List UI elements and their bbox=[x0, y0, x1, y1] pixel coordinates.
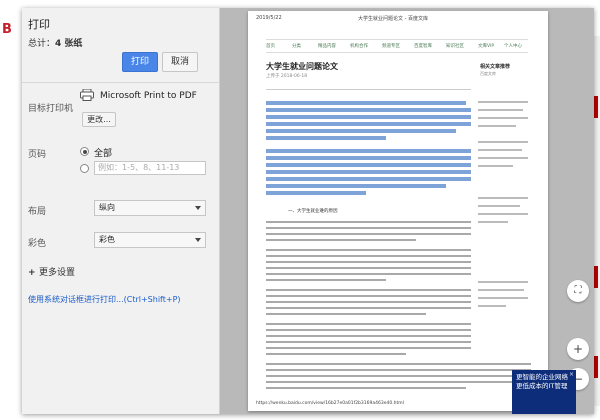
pages-input[interactable]: 例如：1-5、8、11-13 bbox=[94, 161, 206, 175]
total-value: 4 张纸 bbox=[55, 39, 83, 49]
section-heading: 一、大学生就业难的原因 bbox=[288, 209, 338, 214]
page-sidebar bbox=[478, 101, 533, 351]
nav-item: 机构合作 bbox=[350, 44, 368, 49]
chevron-down-icon bbox=[195, 238, 201, 242]
preview-page: 2019/5/22 大学生就业问题论文 - 百度文库 首页 分类 精品内容 机构… bbox=[248, 11, 548, 411]
pages-all-radio[interactable] bbox=[80, 147, 89, 156]
zoom-in-button[interactable]: + bbox=[567, 338, 589, 360]
divider bbox=[22, 82, 220, 83]
page-date: 2019/5/22 bbox=[256, 15, 282, 21]
printer-name: Microsoft Print to PDF bbox=[100, 91, 197, 101]
change-printer-button[interactable]: 更改... bbox=[82, 112, 116, 127]
cancel-button[interactable]: 取消 bbox=[162, 52, 198, 72]
printer-icon bbox=[80, 89, 94, 101]
destination-label: 目标打印机 bbox=[28, 104, 74, 114]
color-select[interactable]: 彩色 bbox=[94, 232, 206, 248]
print-button[interactable]: 打印 bbox=[122, 52, 158, 72]
print-settings-panel: 打印 总计：4 张纸 打印 取消 目标打印机 Microsoft Print t… bbox=[22, 8, 220, 414]
more-settings-label: 更多设置 bbox=[39, 268, 76, 278]
layout-value: 纵向 bbox=[99, 203, 115, 212]
print-preview-area: 2019/5/22 大学生就业问题论文 - 百度文库 首页 分类 精品内容 机构… bbox=[220, 8, 594, 414]
chevron-down-icon bbox=[195, 206, 201, 210]
side-subtitle: 百度文库 bbox=[480, 71, 496, 76]
layout-label: 布局 bbox=[28, 207, 47, 217]
page-url: https://wenku.baidu.com/view/16b27e0a01f… bbox=[256, 401, 404, 406]
page-rule bbox=[266, 89, 471, 90]
ad-text: 更智能的企业网络 更低成本的IT管理 bbox=[516, 373, 568, 390]
nav-item: 知识社区 bbox=[446, 44, 464, 49]
plus-icon: + bbox=[28, 268, 36, 278]
nav-item: 频道专区 bbox=[382, 44, 400, 49]
print-title: 打印 bbox=[28, 18, 50, 31]
system-dialog-link[interactable]: 使用系统对话框进行打印...(Ctrl+Shift+P) bbox=[28, 294, 181, 305]
nav-item: 百度智库 bbox=[414, 44, 432, 49]
pages-label: 页码 bbox=[28, 150, 47, 160]
pages-all-label: 全部 bbox=[94, 149, 113, 159]
side-title: 相关文章推荐 bbox=[480, 64, 511, 70]
doc-title: 大学生就业问题论文 bbox=[266, 62, 338, 71]
print-dialog: 打印 总计：4 张纸 打印 取消 目标打印机 Microsoft Print t… bbox=[22, 8, 594, 414]
sheet-total: 总计：4 张纸 bbox=[28, 36, 82, 49]
pages-custom-radio[interactable] bbox=[80, 164, 89, 173]
close-icon[interactable]: × bbox=[569, 371, 574, 379]
nav-item: 精品内容 bbox=[318, 44, 336, 49]
layout-select[interactable]: 纵向 bbox=[94, 200, 206, 216]
advertisement-banner[interactable]: × 更智能的企业网络 更低成本的IT管理 bbox=[512, 370, 576, 414]
page-nav: 首页 分类 精品内容 机构合作 频道专区 百度智库 知识社区 文库VIP 个人中… bbox=[266, 39, 528, 53]
fit-to-width-button[interactable]: ⛶ bbox=[567, 280, 589, 302]
zoom-in-icon: + bbox=[572, 342, 584, 356]
site-logo: B bbox=[2, 22, 12, 37]
nav-item: 文库VIP bbox=[478, 44, 495, 49]
color-label: 彩色 bbox=[28, 239, 47, 249]
nav-item: 个人中心 bbox=[504, 44, 522, 49]
color-value: 彩色 bbox=[99, 235, 115, 244]
more-settings-toggle[interactable]: + 更多设置 bbox=[28, 265, 75, 278]
fit-icon: ⛶ bbox=[574, 285, 582, 296]
page-header: 大学生就业问题论文 - 百度文库 bbox=[358, 16, 428, 22]
total-label: 总计： bbox=[28, 39, 56, 49]
doc-meta: 上传于 2018-06-18 bbox=[266, 74, 308, 79]
nav-item: 首页 bbox=[266, 44, 275, 49]
nav-item: 分类 bbox=[292, 44, 301, 49]
